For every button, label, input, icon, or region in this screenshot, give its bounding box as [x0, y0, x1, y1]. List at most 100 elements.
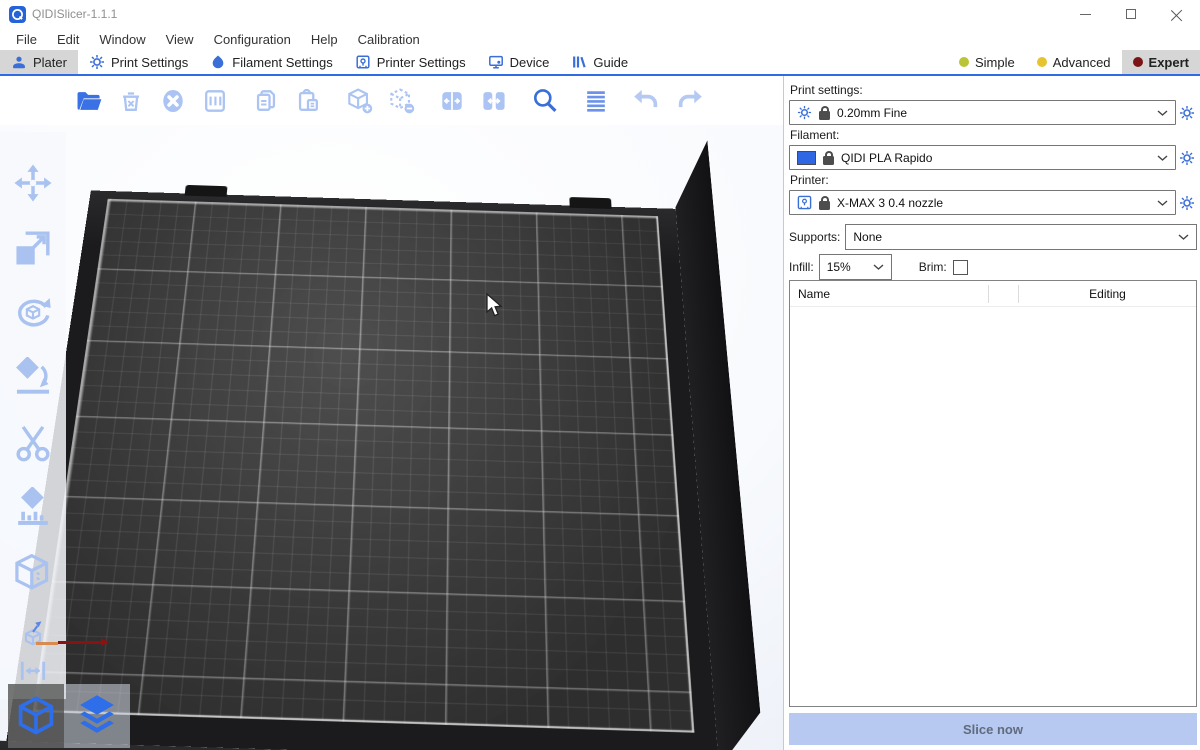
support-painting-tool[interactable]: [10, 485, 56, 531]
slice-now-button[interactable]: Slice now: [789, 713, 1197, 745]
preview-view-button[interactable]: [64, 684, 130, 748]
delete-button[interactable]: [114, 84, 148, 118]
mode-simple[interactable]: Simple: [948, 50, 1026, 74]
gear-icon: [89, 54, 105, 70]
split-objects-button[interactable]: [435, 84, 469, 118]
viewport-3d[interactable]: [0, 76, 783, 750]
mode-expert[interactable]: Expert: [1122, 50, 1200, 74]
cut-tool[interactable]: [10, 420, 56, 466]
brim-checkbox[interactable]: [953, 260, 968, 275]
copy-button[interactable]: [249, 84, 283, 118]
menu-configuration[interactable]: Configuration: [204, 32, 301, 47]
chevron-down-icon: [1178, 234, 1189, 240]
maximize-button[interactable]: [1108, 0, 1154, 28]
object-list[interactable]: Name Editing: [789, 280, 1197, 707]
arrange-icon: [200, 86, 230, 116]
filament-combo[interactable]: QIDI PLA Rapido: [789, 145, 1176, 170]
menu-window[interactable]: Window: [89, 32, 155, 47]
menu-view[interactable]: View: [156, 32, 204, 47]
tab-filament-settings[interactable]: Filament Settings: [199, 50, 343, 74]
menu-edit[interactable]: Edit: [47, 32, 89, 47]
mode-expert-label: Expert: [1149, 55, 1189, 70]
menu-help[interactable]: Help: [301, 32, 348, 47]
printer-icon: [797, 195, 812, 210]
gear-icon: [1179, 150, 1195, 166]
column-name: Name: [790, 287, 988, 301]
tab-plater[interactable]: Plater: [0, 50, 78, 74]
printer-combo[interactable]: X-MAX 3 0.4 nozzle: [789, 190, 1176, 215]
redo-button[interactable]: [672, 84, 706, 118]
delete-all-button[interactable]: [156, 84, 190, 118]
gear-icon: [1179, 105, 1195, 121]
variable-layer-height-button[interactable]: [579, 84, 613, 118]
measure-tool[interactable]: [17, 655, 49, 685]
search-button[interactable]: [528, 84, 562, 118]
printer-icon: [355, 54, 371, 70]
move-icon: [12, 162, 54, 204]
arrange-button[interactable]: [198, 84, 232, 118]
split-parts-button[interactable]: [477, 84, 511, 118]
mode-advanced[interactable]: Advanced: [1026, 50, 1122, 74]
x-axis-arrow: [58, 641, 102, 644]
seam-painting-icon: [12, 552, 54, 594]
tab-print-settings[interactable]: Print Settings: [78, 50, 199, 74]
infill-combo[interactable]: 15%: [819, 254, 892, 280]
mode-advanced-label: Advanced: [1053, 55, 1111, 70]
remove-instance-icon: [386, 86, 416, 116]
tab-plater-label: Plater: [33, 55, 67, 70]
menu-calibration[interactable]: Calibration: [348, 32, 430, 47]
tab-print-settings-label: Print Settings: [111, 55, 188, 70]
supports-combo[interactable]: None: [845, 224, 1197, 250]
seam-painting-tool[interactable]: [10, 550, 56, 596]
editor-3d-view-button[interactable]: [8, 684, 64, 748]
layers-preview-icon: [71, 690, 123, 742]
undo-button[interactable]: [630, 84, 664, 118]
window-title: QIDISlicer-1.1.1: [32, 7, 117, 21]
add-instance-button[interactable]: [342, 84, 376, 118]
slice-now-label: Slice now: [963, 722, 1023, 737]
gear-icon: [797, 105, 812, 120]
open-button[interactable]: [72, 84, 106, 118]
menu-file[interactable]: File: [6, 32, 47, 47]
close-icon: [1171, 8, 1183, 20]
remove-instance-button[interactable]: [384, 84, 418, 118]
delete-icon: [116, 86, 146, 116]
mode-switcher: Simple Advanced Expert: [948, 50, 1200, 74]
move-tool[interactable]: [10, 160, 56, 206]
tab-printer-settings[interactable]: Printer Settings: [344, 50, 477, 74]
brim-label: Brim:: [919, 260, 947, 274]
scale-tool[interactable]: [10, 225, 56, 271]
scale-icon: [12, 227, 54, 269]
measure-icon: [19, 657, 47, 683]
plater-icon: [11, 54, 27, 70]
minimize-button[interactable]: [1062, 0, 1108, 28]
tab-guide-label: Guide: [593, 55, 628, 70]
menu-bar: File Edit Window View Configuration Help…: [0, 28, 1200, 50]
tab-device[interactable]: Device: [477, 50, 561, 74]
infill-label: Infill:: [789, 260, 814, 274]
place-on-face-icon: [12, 357, 54, 399]
mouse-cursor: [486, 293, 504, 319]
settings-panel: Print settings: 0.20mm Fine Fil: [783, 76, 1200, 750]
bed-grid-surface: [33, 199, 695, 733]
paste-button[interactable]: [291, 84, 325, 118]
print-settings-combo[interactable]: 0.20mm Fine: [789, 100, 1176, 125]
bed-clip: [184, 185, 227, 197]
printer-edit-button[interactable]: [1176, 195, 1197, 211]
print-settings-edit-button[interactable]: [1176, 105, 1197, 121]
open-icon: [74, 86, 104, 116]
close-button[interactable]: [1154, 0, 1200, 28]
plater-toolbar: [0, 76, 783, 125]
printer-label: Printer:: [790, 173, 1197, 187]
tab-guide[interactable]: Guide: [560, 50, 639, 74]
undo-icon: [632, 86, 662, 116]
place-on-face-tool[interactable]: [10, 355, 56, 401]
delete-all-icon: [158, 86, 188, 116]
supports-label: Supports:: [789, 230, 840, 244]
supports-value: None: [853, 230, 882, 244]
filament-edit-button[interactable]: [1176, 150, 1197, 166]
chevron-down-icon: [1157, 200, 1168, 206]
filament-label: Filament:: [790, 128, 1197, 142]
rotate-tool[interactable]: [10, 290, 56, 336]
gizmo-toolbar: [0, 132, 66, 699]
